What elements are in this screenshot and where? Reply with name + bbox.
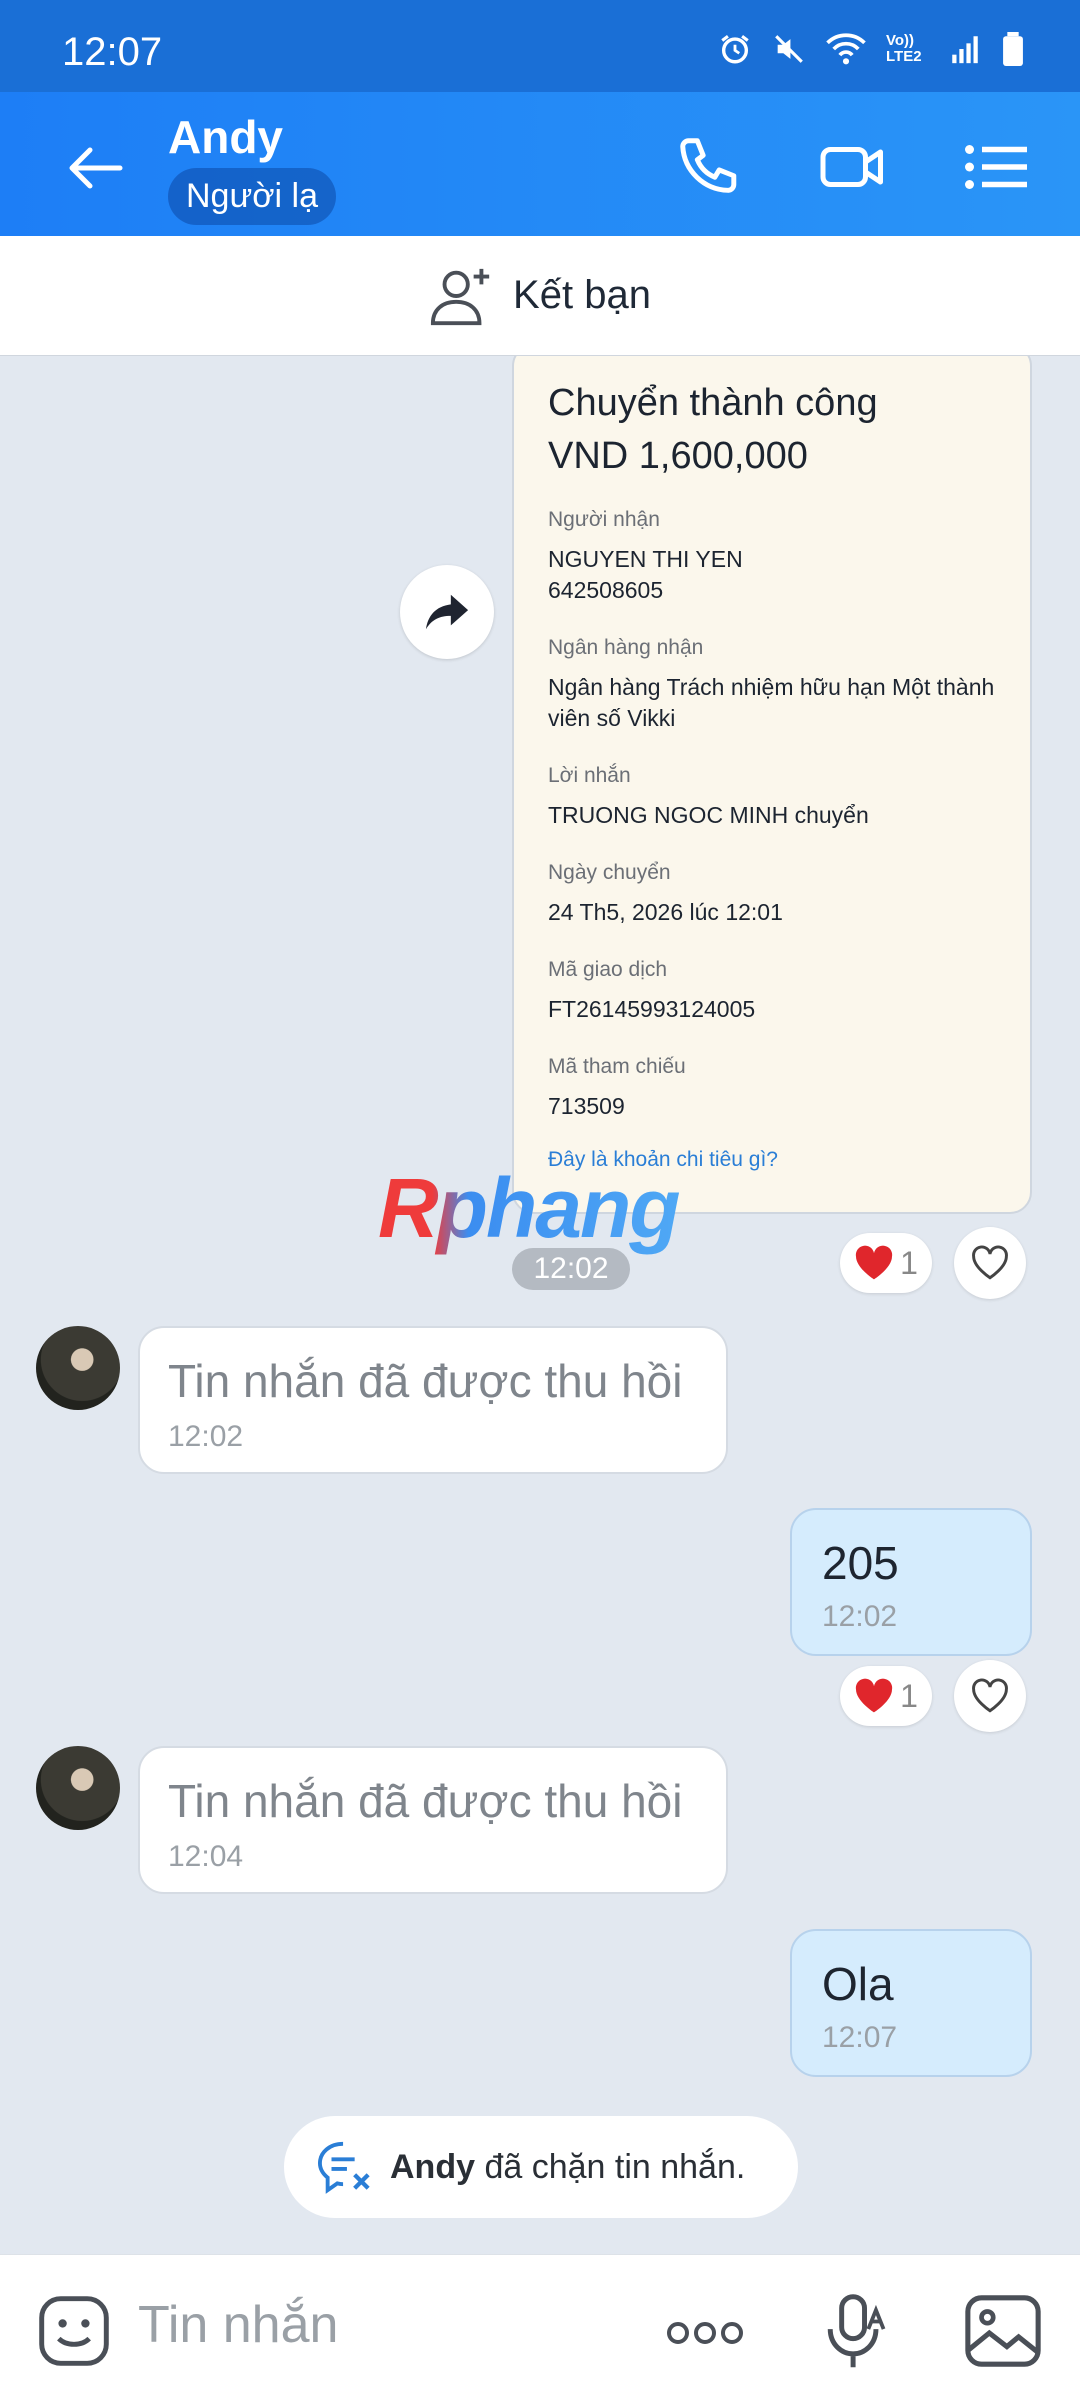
add-friend-bar[interactable]: Kết bạn — [0, 236, 1080, 356]
blocked-text: Andy đã chặn tin nhắn. — [390, 2148, 745, 2187]
heart-icon — [855, 1245, 893, 1280]
message-time: 12:04 — [168, 1840, 244, 1873]
transfer-receipt-image[interactable]: Chuyển thành công VND 1,600,000 Người nh… — [512, 356, 1032, 1214]
blocked-message: đã chặn tin nhắn. — [475, 2147, 746, 2186]
incoming-message[interactable]: Tin nhắn đã được thu hồi 12:04 — [138, 1746, 728, 1894]
menu-icon[interactable] — [962, 132, 1032, 202]
mute-icon — [775, 35, 803, 63]
blocked-name: Andy — [390, 2147, 475, 2186]
message-time: 12:02 — [168, 1420, 244, 1453]
outgoing-message[interactable]: 205 12:02 — [790, 1508, 1032, 1656]
reaction-count: 1 — [900, 1677, 918, 1714]
avatar[interactable] — [36, 1746, 120, 1830]
back-arrow-icon[interactable] — [58, 132, 130, 204]
receipt-value-bank: Ngân hàng Trách nhiệm hữu hạn Một thành … — [548, 674, 995, 731]
battery-icon — [1003, 32, 1023, 66]
message-text: Tin nhắn đã được thu hồi — [168, 1775, 683, 1827]
network-label: Vo)) LTE2 — [886, 32, 922, 65]
receipt-label-bank: Ngân hàng nhận — [548, 636, 704, 659]
avatar[interactable] — [36, 1326, 120, 1410]
status-bar: 12:07 Vo)) LTE2 — [0, 0, 1080, 92]
receipt-value-reference: 713509 — [548, 1093, 625, 1119]
time-separator: 12:02 — [512, 1248, 630, 1290]
watermark-logo: Rphang — [378, 1161, 681, 1255]
receipt-value-transaction-id: FT26145993124005 — [548, 996, 756, 1022]
receipt-label-recipient: Người nhận — [548, 508, 660, 531]
incoming-message[interactable]: Tin nhắn đã được thu hồi 12:02 — [138, 1326, 728, 1474]
phone-icon[interactable] — [674, 132, 744, 202]
reaction-count: 1 — [900, 1244, 918, 1281]
receipt-value-recipient: NGUYEN THI YEN 642508605 — [548, 546, 743, 603]
video-call-icon[interactable] — [818, 132, 888, 202]
like-button-205[interactable] — [954, 1660, 1026, 1732]
message-text: Ola — [822, 1958, 894, 2010]
message-input-bar: Tin nhắn — [0, 2254, 1080, 2400]
mic-icon[interactable] — [820, 2291, 890, 2371]
receipt-label-message: Lời nhắn — [548, 764, 631, 787]
add-friend-icon — [430, 268, 490, 325]
gallery-icon[interactable] — [962, 2291, 1044, 2371]
receipt-value-message: TRUONG NGOC MINH chuyển — [548, 802, 869, 828]
blocked-notice: Andy đã chặn tin nhắn. — [284, 2116, 798, 2218]
receipt-fields: Người nhận NGUYEN THI YEN 642508605 Ngân… — [548, 508, 996, 1122]
blocked-chat-icon — [317, 2141, 370, 2194]
wifi-icon — [826, 33, 866, 65]
receipt-label-reference: Mã tham chiếu — [548, 1055, 686, 1078]
heart-outline-icon — [972, 1245, 1008, 1280]
message-input[interactable]: Tin nhắn — [138, 2295, 338, 2355]
outgoing-message[interactable]: Ola 12:07 — [790, 1929, 1032, 2077]
more-icon[interactable] — [664, 2305, 746, 2361]
heart-outline-icon — [972, 1678, 1008, 1713]
message-time: 12:02 — [822, 1600, 898, 1633]
message-time: 12:07 — [822, 2021, 898, 2054]
add-friend-label: Kết bạn — [513, 273, 651, 317]
contact-name[interactable]: Andy — [168, 110, 283, 164]
stranger-badge: Người lạ — [168, 168, 336, 225]
chat-area[interactable]: Chuyển thành công VND 1,600,000 Người nh… — [0, 356, 1080, 2254]
status-time: 12:07 — [62, 30, 163, 74]
receipt-label-date: Ngày chuyển — [548, 861, 671, 884]
chat-header: Andy Người lạ — [0, 92, 1080, 236]
reaction-summary-205[interactable]: 1 — [840, 1666, 932, 1726]
heart-icon — [855, 1678, 893, 1713]
receipt-title: Chuyển thành công — [548, 382, 878, 424]
share-button[interactable] — [400, 565, 494, 659]
message-text: 205 — [822, 1537, 899, 1589]
like-button-receipt[interactable] — [954, 1227, 1026, 1299]
receipt-label-transaction-id: Mã giao dịch — [548, 958, 668, 981]
emoji-icon[interactable] — [36, 2293, 112, 2369]
reaction-summary-receipt[interactable]: 1 — [840, 1233, 932, 1293]
status-icons: Vo)) LTE2 — [718, 32, 1024, 66]
message-text: Tin nhắn đã được thu hồi — [168, 1355, 683, 1407]
alarm-icon — [721, 35, 749, 64]
receipt-amount: VND 1,600,000 — [548, 435, 808, 477]
receipt-value-date: 24 Th5, 2026 lúc 12:01 — [548, 899, 783, 925]
signal-icon — [952, 36, 978, 64]
share-icon — [425, 594, 469, 630]
